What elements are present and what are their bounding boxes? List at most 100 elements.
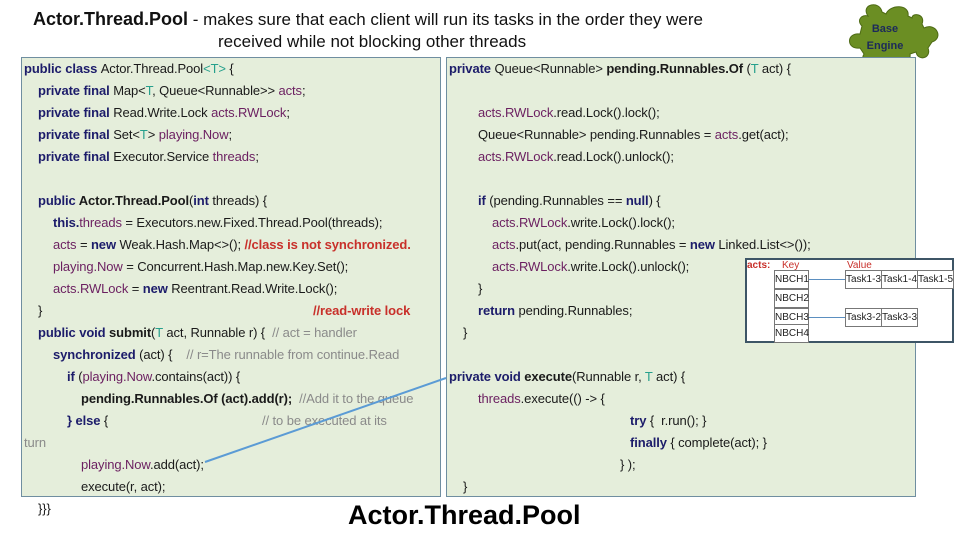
code-line: Queue<Runnable> pending.Runnables = acts…: [478, 127, 789, 143]
code-token: }: [463, 325, 468, 340]
code-token: } );: [620, 457, 636, 472]
code-token: >: [147, 127, 159, 142]
code-token: act, Runnable r) {: [162, 325, 273, 340]
code-line: }: [463, 325, 467, 341]
acts-map-diagram: acts: Key Value NBCH1 Task1-3 Task1-4 Task1…: [745, 258, 954, 343]
badge-line2: Engine: [866, 40, 904, 52]
code-token: acts: [714, 127, 739, 142]
code-token: = Executors.new.Fixed.Thread.Pool(thread…: [121, 215, 383, 230]
code-token: act) {: [652, 369, 686, 384]
code-token: if: [67, 369, 79, 384]
code-line: }: [38, 303, 42, 319]
code-token: execute: [524, 369, 573, 384]
code-token: (act) {: [139, 347, 187, 362]
code-token: T: [155, 325, 163, 340]
code-token: private final: [38, 149, 114, 164]
code-token: acts.RWLock: [53, 281, 129, 296]
code-token: playing.Now: [81, 457, 150, 472]
code-token: (pending.Runnables ==: [489, 193, 626, 208]
code-token: pending.Runnables.Of: [606, 61, 744, 76]
code-token: .add(act);: [150, 457, 204, 472]
code-token: private final: [38, 105, 114, 120]
code-token: public void: [38, 325, 110, 340]
code-token: ;: [301, 83, 306, 98]
code-token: .put(act, pending.Runnables =: [515, 237, 690, 252]
code-line: return pending.Runnables;: [478, 303, 632, 319]
code-line: turn: [24, 435, 46, 451]
code-token: this.: [53, 215, 80, 230]
code-line: //read-write lock: [313, 303, 410, 319]
code-token: threads: [478, 391, 521, 406]
code-line: private void execute(Runnable r, T act) …: [449, 369, 685, 385]
code-token: { complete(act); }: [670, 435, 767, 450]
code-token: }: [38, 303, 43, 318]
code-token: private final: [38, 127, 114, 142]
code-line: // to be executed at its: [262, 413, 387, 429]
code-token: Reentrant.Read.Write.Lock();: [171, 281, 338, 296]
code-token: acts.RWLock: [478, 149, 554, 164]
code-token: T: [139, 127, 148, 142]
code-token: = Concurrent.Hash.Map.new.Key.Set();: [122, 259, 349, 274]
code-token: <T>: [203, 61, 226, 76]
code-token: private final: [38, 83, 114, 98]
slide-title: Actor.Thread.Pool - makes sure that each…: [33, 8, 703, 31]
code-token: Read.Write.Lock: [113, 105, 212, 120]
code-token: Queue<Runnable> pending.Runnables =: [478, 127, 715, 142]
code-token: playing.Now: [158, 127, 229, 142]
code-token: ;: [255, 149, 259, 164]
code-token: .write.Lock().lock();: [567, 215, 675, 230]
code-token: //Add it to the queue: [299, 391, 414, 406]
code-token: acts.RWLock: [211, 105, 287, 120]
code-line: private final Set<T> playing.Now;: [38, 127, 232, 143]
code-token: //read-write lock: [313, 303, 411, 318]
code-token: Queue<Runnable>: [494, 61, 607, 76]
code-token: threads) {: [212, 193, 267, 208]
code-token: act) {: [758, 61, 791, 76]
code-line: acts.RWLock.read.Lock().unlock();: [478, 149, 674, 165]
code-token: (: [743, 61, 751, 76]
code-line: acts.RWLock = new Reentrant.Read.Write.L…: [53, 281, 337, 297]
code-token: {: [225, 61, 234, 76]
value-cell: Task3-3: [881, 308, 918, 327]
code-token: }: [463, 479, 468, 494]
code-line: acts.RWLock.write.Lock().lock();: [492, 215, 675, 231]
code-token: }: [478, 281, 483, 296]
code-line: public void submit(T act, Runnable r) { …: [38, 325, 357, 341]
code-token: //class is not synchronized.: [244, 237, 411, 252]
code-token: (Runnable r,: [572, 369, 645, 384]
code-line: playing.Now = Concurrent.Hash.Map.new.Ke…: [53, 259, 348, 275]
value-cell: Task1-5: [917, 270, 954, 289]
code-token: { r.run(); }: [649, 413, 707, 428]
code-token: int: [193, 193, 213, 208]
code-token: =: [76, 237, 91, 252]
code-token: .write.Lock().unlock();: [567, 259, 690, 274]
code-token: threads: [79, 215, 122, 230]
code-token: acts.RWLock: [492, 215, 568, 230]
code-token: acts: [278, 83, 302, 98]
value-cell: Task1-4: [881, 270, 918, 289]
code-token: try: [630, 413, 650, 428]
code-token: new: [689, 237, 719, 252]
code-token: .read.Lock().unlock();: [553, 149, 674, 164]
code-token: acts: [492, 237, 516, 252]
code-token: =: [128, 281, 143, 296]
code-token: public class: [24, 61, 101, 76]
code-token: Actor.Thread.Pool: [100, 61, 204, 76]
code-token: acts.RWLock: [478, 105, 554, 120]
code-token: public: [38, 193, 79, 208]
code-token: turn: [24, 435, 47, 450]
code-line: private final Map<T, Queue<Runnable>> ac…: [38, 83, 306, 99]
code-token: .execute(() -> {: [520, 391, 605, 406]
code-line: acts.RWLock.read.Lock().lock();: [478, 105, 660, 121]
code-token: Weak.Hash.Map<>();: [119, 237, 245, 252]
code-line: synchronized (act) { // r=The runnable f…: [53, 347, 399, 363]
submit-code-panel: [21, 57, 441, 497]
key-cell: NBCH1: [774, 270, 809, 289]
code-token: pending.Runnables.Of (act).add(r);: [81, 391, 300, 406]
code-token: submit: [109, 325, 152, 340]
badge-line1: Base: [871, 23, 899, 35]
title-class-name: Actor.Thread.Pool: [33, 9, 189, 29]
code-token: .read.Lock().lock();: [553, 105, 660, 120]
code-token: }}}: [38, 501, 51, 516]
code-token: .get(act);: [738, 127, 789, 142]
